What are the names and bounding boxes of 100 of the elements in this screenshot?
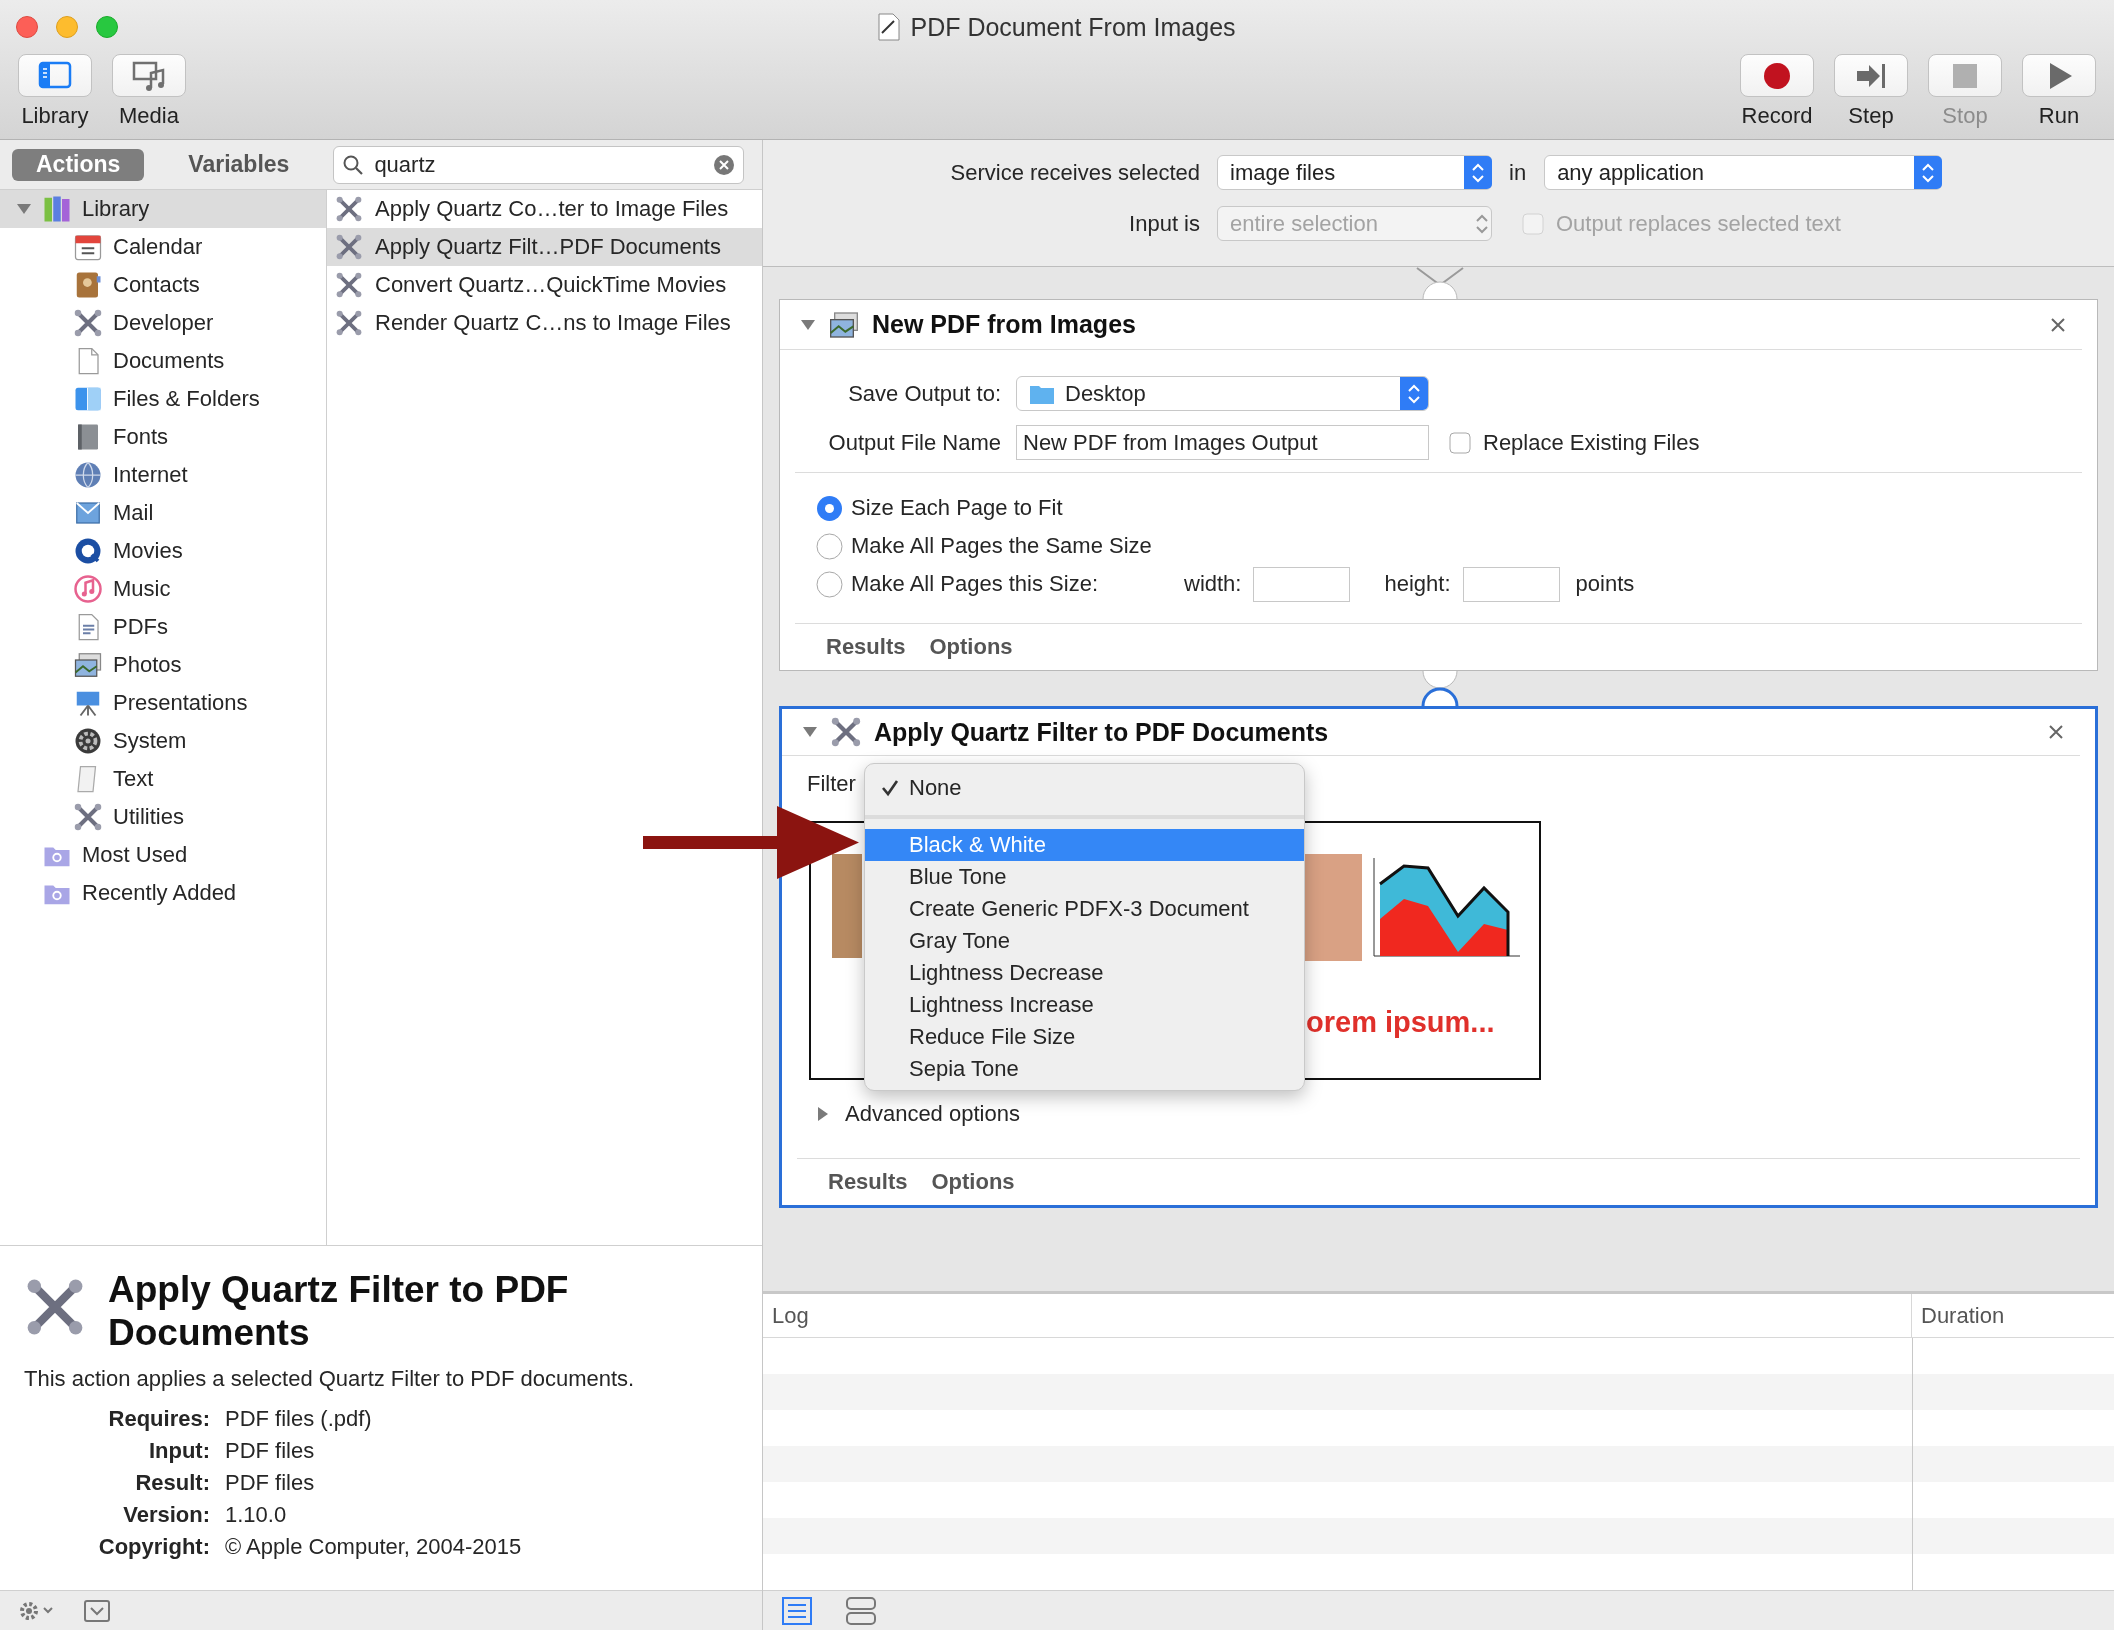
action-item[interactable]: Convert Quartz…QuickTime Movies [327,266,762,304]
sidebar-item[interactable]: Mail [0,494,326,532]
field-label: Save Output to: [847,380,1001,407]
menu-item[interactable]: Reduce File Size [865,1021,1304,1053]
window-title: PDF Document From Images [910,12,1236,42]
detail-label: Input: [147,1438,210,1464]
sidebar-item[interactable]: Music [0,570,326,608]
radio-label: Make All Pages the Same Size [851,533,1152,559]
sidebar-item[interactable]: Internet [0,456,326,494]
music-icon [73,574,103,604]
menu-item[interactable]: Sepia Tone [865,1053,1304,1085]
photos-icon [73,650,103,680]
sidebar-item[interactable]: System [0,722,326,760]
detail-value: 1.10.0 [225,1502,288,1528]
field-label: Input is [1128,210,1200,237]
toolbar-label: Library [21,102,89,130]
view-button[interactable]: Results [826,634,906,660]
popup-button[interactable]: image files [1217,155,1492,190]
menu-item[interactable]: Lightness Increase [865,989,1304,1021]
system-icon [73,726,103,756]
clear-icon[interactable] [713,153,735,176]
action-title: Apply Quartz Filter to PDF Documents [108,1268,570,1354]
sidebar-item[interactable]: Utilities [0,798,326,836]
field-label: width: [1184,571,1242,597]
toolbar-label: Record [1741,102,1813,130]
popup-button[interactable]: any application [1544,155,1943,190]
action-item[interactable]: Render Quartz C…ns to Image Files [327,304,762,342]
action-item[interactable]: Apply Quartz Filt…PDF Documents [327,228,762,266]
popup-button[interactable]: Desktop [1016,376,1429,411]
toolbar-label: Step [1848,102,1894,130]
input-field[interactable] [1253,566,1351,602]
radio-button[interactable] [816,570,843,598]
detail-value: PDF files [225,1470,316,1496]
tools-icon [335,271,363,299]
library-tab[interactable]: Actions [12,148,145,181]
globe-icon [73,460,103,490]
sidebar-item[interactable]: Text [0,760,326,798]
sidebar-item[interactable]: Documents [0,342,326,380]
tools-icon [73,802,103,832]
radio-label: Make All Pages this Size: [851,571,1099,597]
library-button[interactable] [18,54,92,97]
radio-button[interactable] [816,494,843,522]
tools-icon [335,309,363,337]
sidebar-item[interactable]: Movies [0,532,326,570]
sidebar-item[interactable]: Photos [0,646,326,684]
input-field[interactable]: New PDF from Images Output [1016,425,1429,460]
panel-toggle-icon[interactable] [84,1598,110,1623]
toolbar-label: Media [119,102,179,130]
sidebar-item[interactable]: Fonts [0,418,326,456]
menu-item[interactable]: None [865,772,1304,804]
column-header[interactable]: Duration [1912,1294,2005,1337]
calendar-icon [73,232,103,262]
sidebar-item[interactable]: Developer [0,304,326,342]
input-field[interactable] [1462,566,1560,602]
menu-item[interactable]: Gray Tone [865,925,1304,957]
sidebar-item[interactable]: PDFs [0,608,326,646]
action-item[interactable]: Apply Quartz Co…ter to Image Files [327,190,762,228]
action-card-title: Apply Quartz Filter to PDF Documents [874,717,1330,747]
record-button[interactable] [1740,54,1814,97]
sidebar-item[interactable]: Contacts [0,266,326,304]
close-icon[interactable] [2050,316,2066,333]
detail-value: PDF files [225,1438,316,1464]
sidebar-item[interactable]: Presentations [0,684,326,722]
sidebar-item[interactable]: Library [0,190,326,228]
document-icon [878,13,901,41]
column-header[interactable]: Log [763,1294,1912,1337]
view-button[interactable]: Options [929,634,1013,660]
tools-icon [73,308,103,338]
close-window-button[interactable] [16,16,38,38]
view-button[interactable]: Options [931,1169,1015,1195]
disclosure-label[interactable]: Advanced options [845,1101,1020,1127]
search-icon [342,153,365,176]
menu-item[interactable]: Create Generic PDFX-3 Document [865,893,1304,925]
zoom-window-button[interactable] [96,16,118,38]
close-icon[interactable] [2048,724,2064,740]
field-label: in [1509,159,1527,186]
library-tab[interactable]: Variables [164,148,314,181]
checkbox[interactable] [1449,431,1471,454]
radio-button[interactable] [816,532,843,560]
checkbox-label: Replace Existing Files [1483,429,1700,456]
step-button[interactable] [1834,54,1908,97]
menu-item[interactable]: Blue Tone [865,861,1304,893]
field-label: Service receives selected [949,159,1200,186]
detail-label: Result: [134,1470,210,1496]
rows-view-icon[interactable] [846,1596,876,1625]
sidebar-item[interactable]: Recently Added [0,874,326,912]
run-button[interactable] [2022,54,2096,97]
sidebar-item[interactable]: Calendar [0,228,326,266]
view-button[interactable]: Results [828,1169,908,1195]
sidebar-item[interactable]: Most Used [0,836,326,874]
radio-label: Size Each Page to Fit [851,495,1063,521]
sidebar-item[interactable]: Files & Folders [0,380,326,418]
menu-item[interactable]: Black & White [865,829,1304,861]
tools-icon [335,195,363,223]
media-button[interactable] [112,54,186,97]
detail-value: © Apple Computer, 2004-2015 [225,1534,523,1560]
search-field[interactable]: quartz [333,145,744,184]
list-view-icon[interactable] [782,1596,812,1625]
menu-item[interactable]: Lightness Decrease [865,957,1304,989]
tools-icon [830,716,862,748]
